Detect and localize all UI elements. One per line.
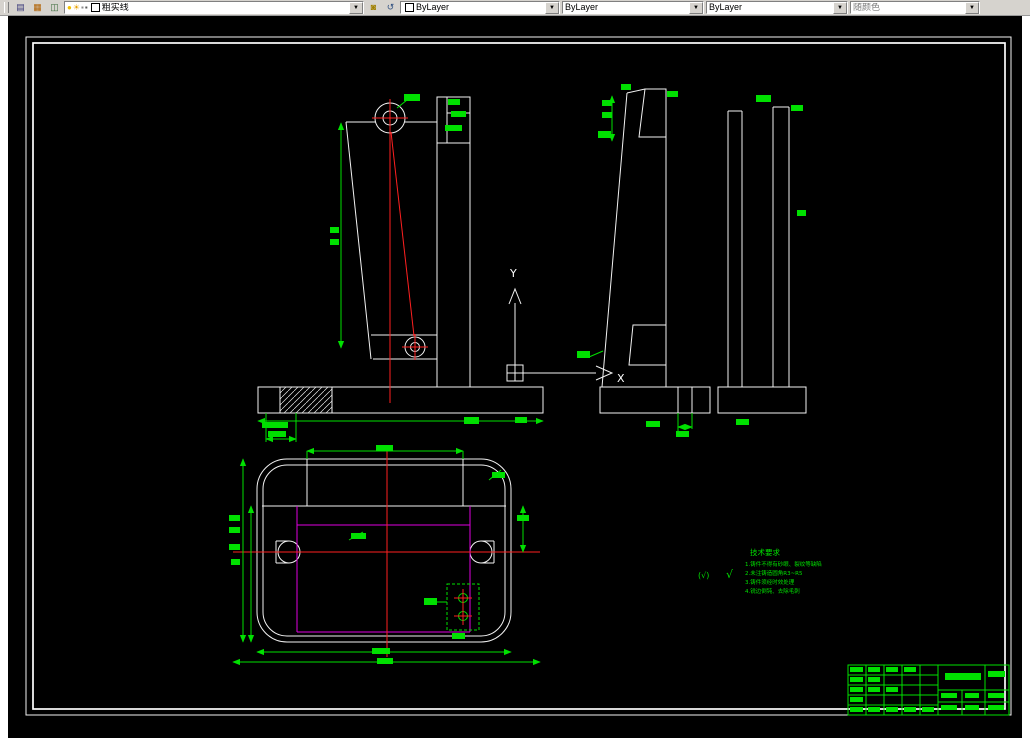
layer-states-button[interactable]: ▦ [30,0,45,15]
layer-previous-button[interactable]: ↺ [383,0,398,15]
technical-requirements: (√) √ 技术要求 1.铸件不得有砂眼、裂纹等缺陷 2.未注铸造圆角R3~R5… [698,547,822,595]
layer-isolate-button[interactable]: ◫ [47,0,62,15]
plot-style-combo-dropdown-arrow: ▼ [965,1,979,14]
section-hatch-middle [628,324,667,366]
ucs-x-label: X [617,372,625,385]
section-hatch-top [638,88,667,138]
current-linetype-name: ByLayer [565,3,599,12]
layer-combo-dropdown-arrow[interactable]: ▼ [349,1,363,14]
current-color-chip [405,3,414,12]
top-view [229,445,541,666]
front-view [257,94,544,443]
side-section-view [577,84,711,437]
current-layer-name: 粗实线 [101,3,129,12]
right-side-view [717,95,807,425]
object-properties-toolbar: ▤ ▦ ◫ ● ☀ ▪ ▪ 粗实线 ▼ ◙ ↺ ByLayer ▼ ByLaye… [0,0,1030,16]
finish-mark: √ [726,568,734,581]
engineering-drawing[interactable]: Y X (√) √ 技术要求 1.铸件不得有砂眼、裂纹等缺陷 2.未注铸造圆角R… [8,16,1022,738]
lineweight-combo[interactable]: ByLayer ▼ [706,1,848,14]
linetype-combo[interactable]: ByLayer ▼ [562,1,704,14]
layer-plot-icon: ▪ [84,2,88,12]
layers-dialog-button[interactable]: ▤ [13,0,28,15]
layer-combo[interactable]: ● ☀ ▪ ▪ 粗实线 ▼ [64,1,364,14]
tech-req-line: 1.铸件不得有砂眼、裂纹等缺陷 [745,560,822,568]
finish-prefix: (√) [698,571,709,580]
tech-req-title: 技术要求 [750,547,780,557]
linetype-combo-dropdown-arrow[interactable]: ▼ [689,1,703,14]
tech-req-line: 2.未注铸造圆角R3~R5 [745,569,803,577]
cad-application-window: ▤ ▦ ◫ ● ☀ ▪ ▪ 粗实线 ▼ ◙ ↺ ByLayer ▼ ByLaye… [0,0,1030,743]
layer-lock-icon: ▪ [81,2,84,12]
color-combo-dropdown-arrow[interactable]: ▼ [545,1,559,14]
model-space-canvas[interactable]: Y X (√) √ 技术要求 1.铸件不得有砂眼、裂纹等缺陷 2.未注铸造圆角R… [8,16,1022,738]
drawing-area-margin: Y X (√) √ 技术要求 1.铸件不得有砂眼、裂纹等缺陷 2.未注铸造圆角R… [0,16,1030,738]
lineweight-combo-dropdown-arrow[interactable]: ▼ [833,1,847,14]
current-plot-style-name: 随颜色 [853,3,881,12]
make-object-layer-current-button[interactable]: ◙ [366,0,381,15]
current-color-name: ByLayer [416,3,450,12]
tech-req-line: 4.锐边倒钝、去除毛刺 [745,587,800,595]
color-combo[interactable]: ByLayer ▼ [400,1,560,14]
sheet-border [25,36,1012,716]
current-lineweight-name: ByLayer [709,3,743,12]
layer-freeze-icon: ☀ [72,2,81,12]
tech-req-line: 3.铸件须经时效处理 [745,578,795,586]
layer-on-icon: ● [67,2,72,12]
title-block [847,664,1010,716]
plot-style-combo: 随颜色 ▼ [850,1,980,14]
ucs-y-label: Y [509,267,517,280]
layer-color-chip [90,3,100,12]
toolbar-grip[interactable] [4,2,9,13]
